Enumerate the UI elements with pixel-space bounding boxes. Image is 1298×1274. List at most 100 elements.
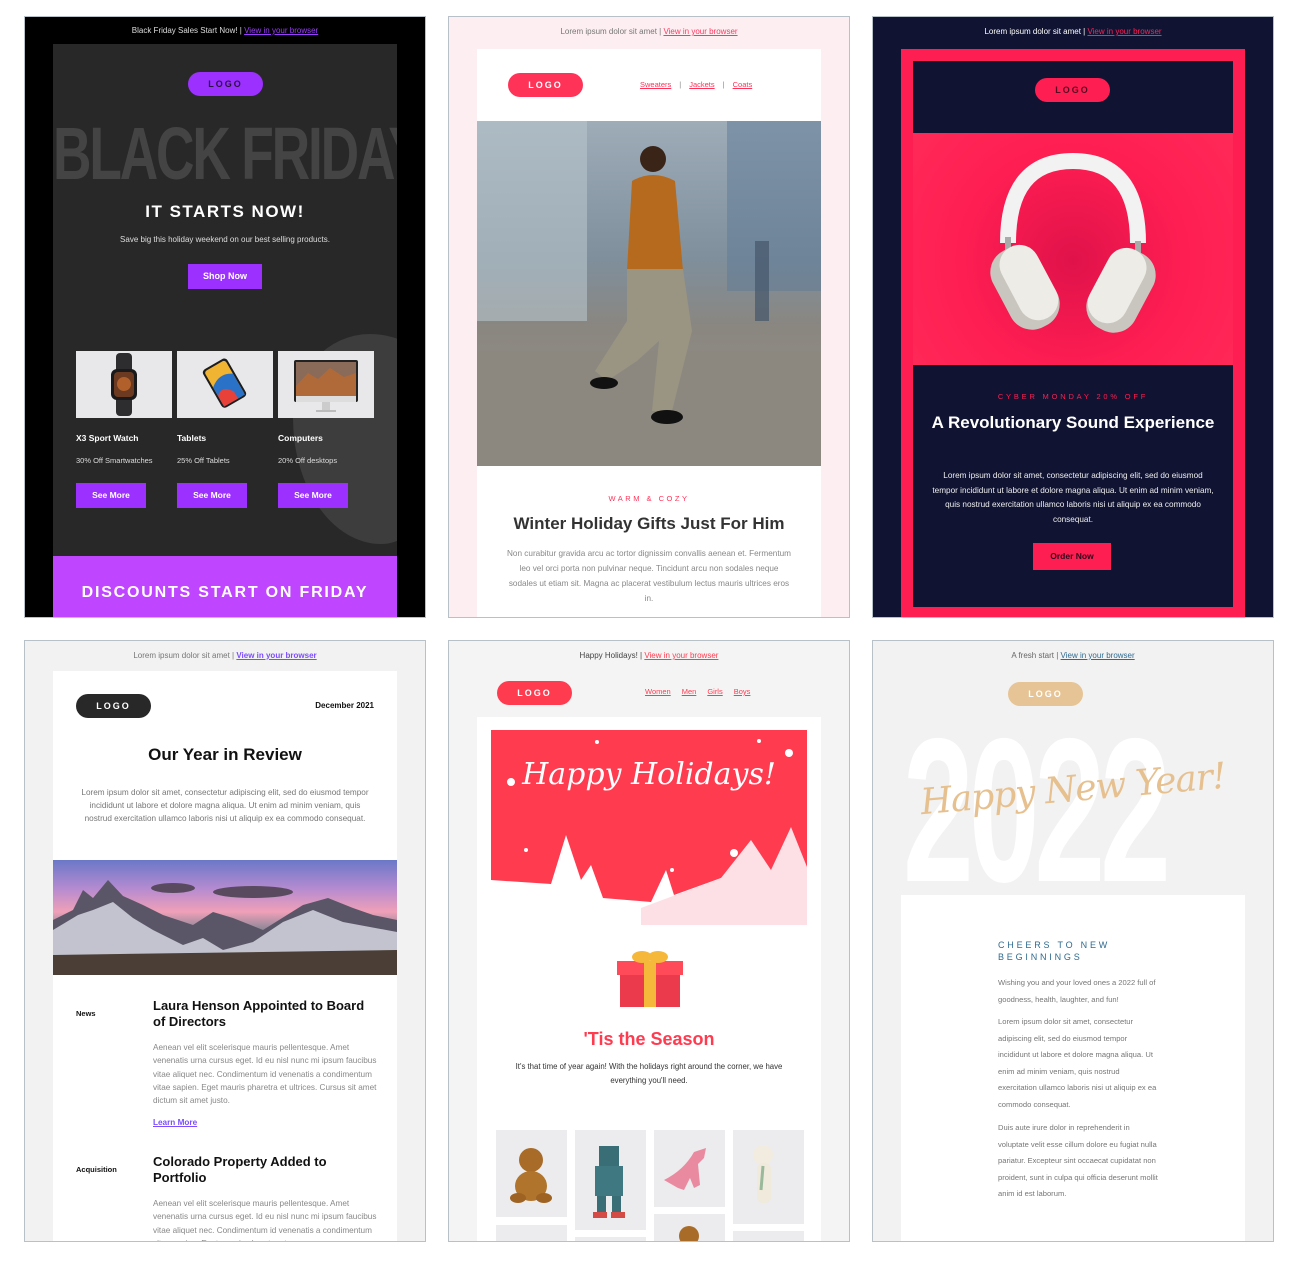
view-in-browser-link[interactable]: View in your browser	[244, 26, 318, 35]
template-card-black-friday[interactable]: Black Friday Sales Start Now! | View in …	[24, 16, 426, 618]
view-in-browser-link[interactable]: View in your browser	[236, 651, 316, 660]
holiday-banner: Happy Holidays!	[491, 730, 807, 925]
email-body: LOGO Sweaters | Jackets | Coats WARM & COZY …	[477, 49, 821, 617]
see-more-button[interactable]: See More	[278, 483, 348, 508]
learn-more-link[interactable]: Learn More	[153, 1118, 197, 1127]
desktop-computer-image	[278, 351, 374, 418]
headline: 'Tis the Season	[583, 1029, 715, 1049]
headline: A Revolutionary Sound Experience	[931, 413, 1215, 432]
email-body: LOGO BLACK FRIDAY IT STARTS NOW! Save bi…	[53, 44, 397, 617]
nav-link-jackets[interactable]: Jackets	[689, 80, 714, 89]
nav-link-women[interactable]: Women	[645, 687, 671, 696]
hero-big-word: BLACK FRIDAY	[53, 112, 397, 195]
article-body: Aenean vel elit scelerisque mauris pelle…	[153, 1199, 377, 1241]
preheader: Black Friday Sales Start Now! | View in …	[25, 17, 425, 45]
nav-separator: |	[679, 80, 682, 89]
smartwatch-image	[76, 351, 172, 418]
order-now-button[interactable]: Order Now	[1033, 543, 1111, 570]
template-card-new-year[interactable]: A fresh start | View in your browser LOG…	[872, 640, 1274, 1242]
article-body: Aenean vel elit scelerisque mauris pelle…	[153, 1043, 377, 1106]
template-card-year-in-review[interactable]: Lorem ipsum dolor sit amet | View in you…	[24, 640, 426, 1242]
preheader-text: A fresh start |	[1011, 651, 1061, 660]
toy-image	[496, 1225, 567, 1241]
preheader-text: Lorem ipsum dolor sit amet |	[133, 651, 237, 660]
logo: LOGO	[1035, 78, 1110, 102]
see-more-button[interactable]: See More	[76, 483, 146, 508]
product-desc: 20% Off desktops	[278, 456, 338, 465]
body-text: Lorem ipsum dolor sit amet, consectetur …	[932, 471, 1214, 524]
headphones-photo	[913, 133, 1233, 365]
email-body: CHEERS TO NEW BEGINNINGS Wishing you and…	[901, 895, 1245, 1241]
hero-photo-man-in-sweater	[477, 121, 821, 466]
preheader-text: Lorem ipsum dolor sit amet |	[984, 27, 1088, 36]
tablet-image	[177, 351, 273, 418]
article-headline: Colorado Property Added to Portfolio	[153, 1154, 327, 1185]
product-desc: 25% Off Tablets	[177, 456, 230, 465]
eyebrow: CYBER MONDAY 20% OFF	[997, 392, 1149, 401]
toy-teddy-bear-image	[496, 1130, 567, 1217]
nav-link-sweaters[interactable]: Sweaters	[640, 80, 671, 89]
template-card-winter-gifts[interactable]: Lorem ipsum dolor sit amet | View in you…	[448, 16, 850, 618]
headline: Our Year in Review	[148, 745, 302, 764]
preheader-text: Happy Holidays! |	[579, 651, 645, 660]
article-headline: Laura Henson Appointed to Board of Direc…	[153, 998, 365, 1029]
preheader-text: Lorem ipsum dolor sit amet |	[560, 27, 664, 36]
toy-dinosaur-image	[654, 1130, 725, 1207]
mountain-sunset-photo	[53, 860, 397, 975]
intro-paragraph: Wishing you and your loved ones a 2022 f…	[998, 978, 1156, 1004]
product-card: Computers 20% Off desktops See More	[278, 351, 374, 508]
nav-link-girls[interactable]: Girls	[707, 687, 722, 696]
logo: LOGO	[497, 681, 572, 705]
hero-title: IT STARTS NOW!	[145, 202, 305, 221]
banner-script-text: Happy Holidays!	[522, 757, 776, 792]
product-card: X3 Sport Watch 30% Off Smartwatches See …	[76, 351, 172, 508]
template-card-happy-holidays[interactable]: Happy Holidays! | View in your browser L…	[448, 640, 850, 1242]
nav-link-men[interactable]: Men	[682, 687, 697, 696]
gift-box-icon	[615, 947, 685, 1009]
view-in-browser-link[interactable]: View in your browser	[644, 651, 718, 660]
eyebrow: WARM & COZY	[608, 494, 690, 503]
nav-separator: |	[722, 80, 725, 89]
logo: LOGO	[76, 694, 151, 718]
shop-now-button[interactable]: Shop Now	[188, 264, 262, 289]
view-in-browser-link[interactable]: View in your browser	[1087, 27, 1161, 36]
product-desc: 30% Off Smartwatches	[76, 456, 153, 465]
view-in-browser-link[interactable]: View in your browser	[663, 27, 737, 36]
logo: LOGO	[508, 73, 583, 97]
preheader: Lorem ipsum dolor sit amet | View in you…	[449, 17, 849, 45]
product-name: Computers	[278, 433, 323, 443]
article-category: Acquisition	[76, 1165, 117, 1174]
view-in-browser-link[interactable]: View in your browser	[1061, 651, 1135, 660]
product-name: Tablets	[177, 433, 207, 443]
body-paragraph: Lorem ipsum dolor sit amet, consectetur …	[998, 1017, 1157, 1109]
see-more-button[interactable]: See More	[177, 483, 247, 508]
toy-robot-image	[575, 1130, 646, 1230]
header-panel: LOGO	[913, 61, 1233, 133]
eyebrow: CHEERS TO NEW BEGINNINGS	[998, 940, 1111, 962]
body-paragraph: Duis aute irure dolor in reprehenderit i…	[998, 1123, 1158, 1199]
logo: LOGO	[1008, 682, 1083, 706]
issue-date: December 2021	[315, 701, 374, 710]
discount-banner: DISCOUNTS START ON FRIDAY	[53, 556, 397, 617]
nav-link-boys[interactable]: Boys	[734, 687, 751, 696]
content-panel: CYBER MONDAY 20% OFF A Revolutionary Sou…	[913, 365, 1233, 607]
logo: LOGO	[188, 72, 263, 96]
preheader: Lorem ipsum dolor sit amet | View in you…	[25, 641, 425, 669]
template-card-cyber-monday[interactable]: Lorem ipsum dolor sit amet | View in you…	[872, 16, 1274, 618]
email-body: LOGO December 2021 Our Year in Review Lo…	[53, 671, 397, 1241]
product-name: X3 Sport Watch	[76, 433, 139, 443]
category-nav: Sweaters | Jackets | Coats	[640, 80, 752, 89]
preheader: Happy Holidays! | View in your browser	[449, 641, 849, 669]
email-body: Happy Holidays! 'Tis the Season It's tha…	[477, 717, 821, 1241]
preheader: Lorem ipsum dolor sit amet | View in you…	[873, 17, 1273, 45]
toy-image	[733, 1231, 804, 1241]
toy-teddy-bear-image	[654, 1214, 725, 1241]
product-card: Tablets 25% Off Tablets See More	[177, 351, 273, 508]
category-nav: Women Men Girls Boys	[645, 687, 761, 696]
nav-link-coats[interactable]: Coats	[733, 80, 753, 89]
intro-text: Lorem ipsum dolor sit amet, consectetur …	[81, 788, 369, 823]
preheader: A fresh start | View in your browser	[873, 641, 1273, 669]
toy-plush-bear-image	[733, 1130, 804, 1224]
body-text: Non curabitur gravida arcu ac tortor dig…	[507, 549, 791, 603]
email-frame: LOGO CYBER MONDAY 20% OFF A Revolutionar…	[901, 49, 1245, 617]
